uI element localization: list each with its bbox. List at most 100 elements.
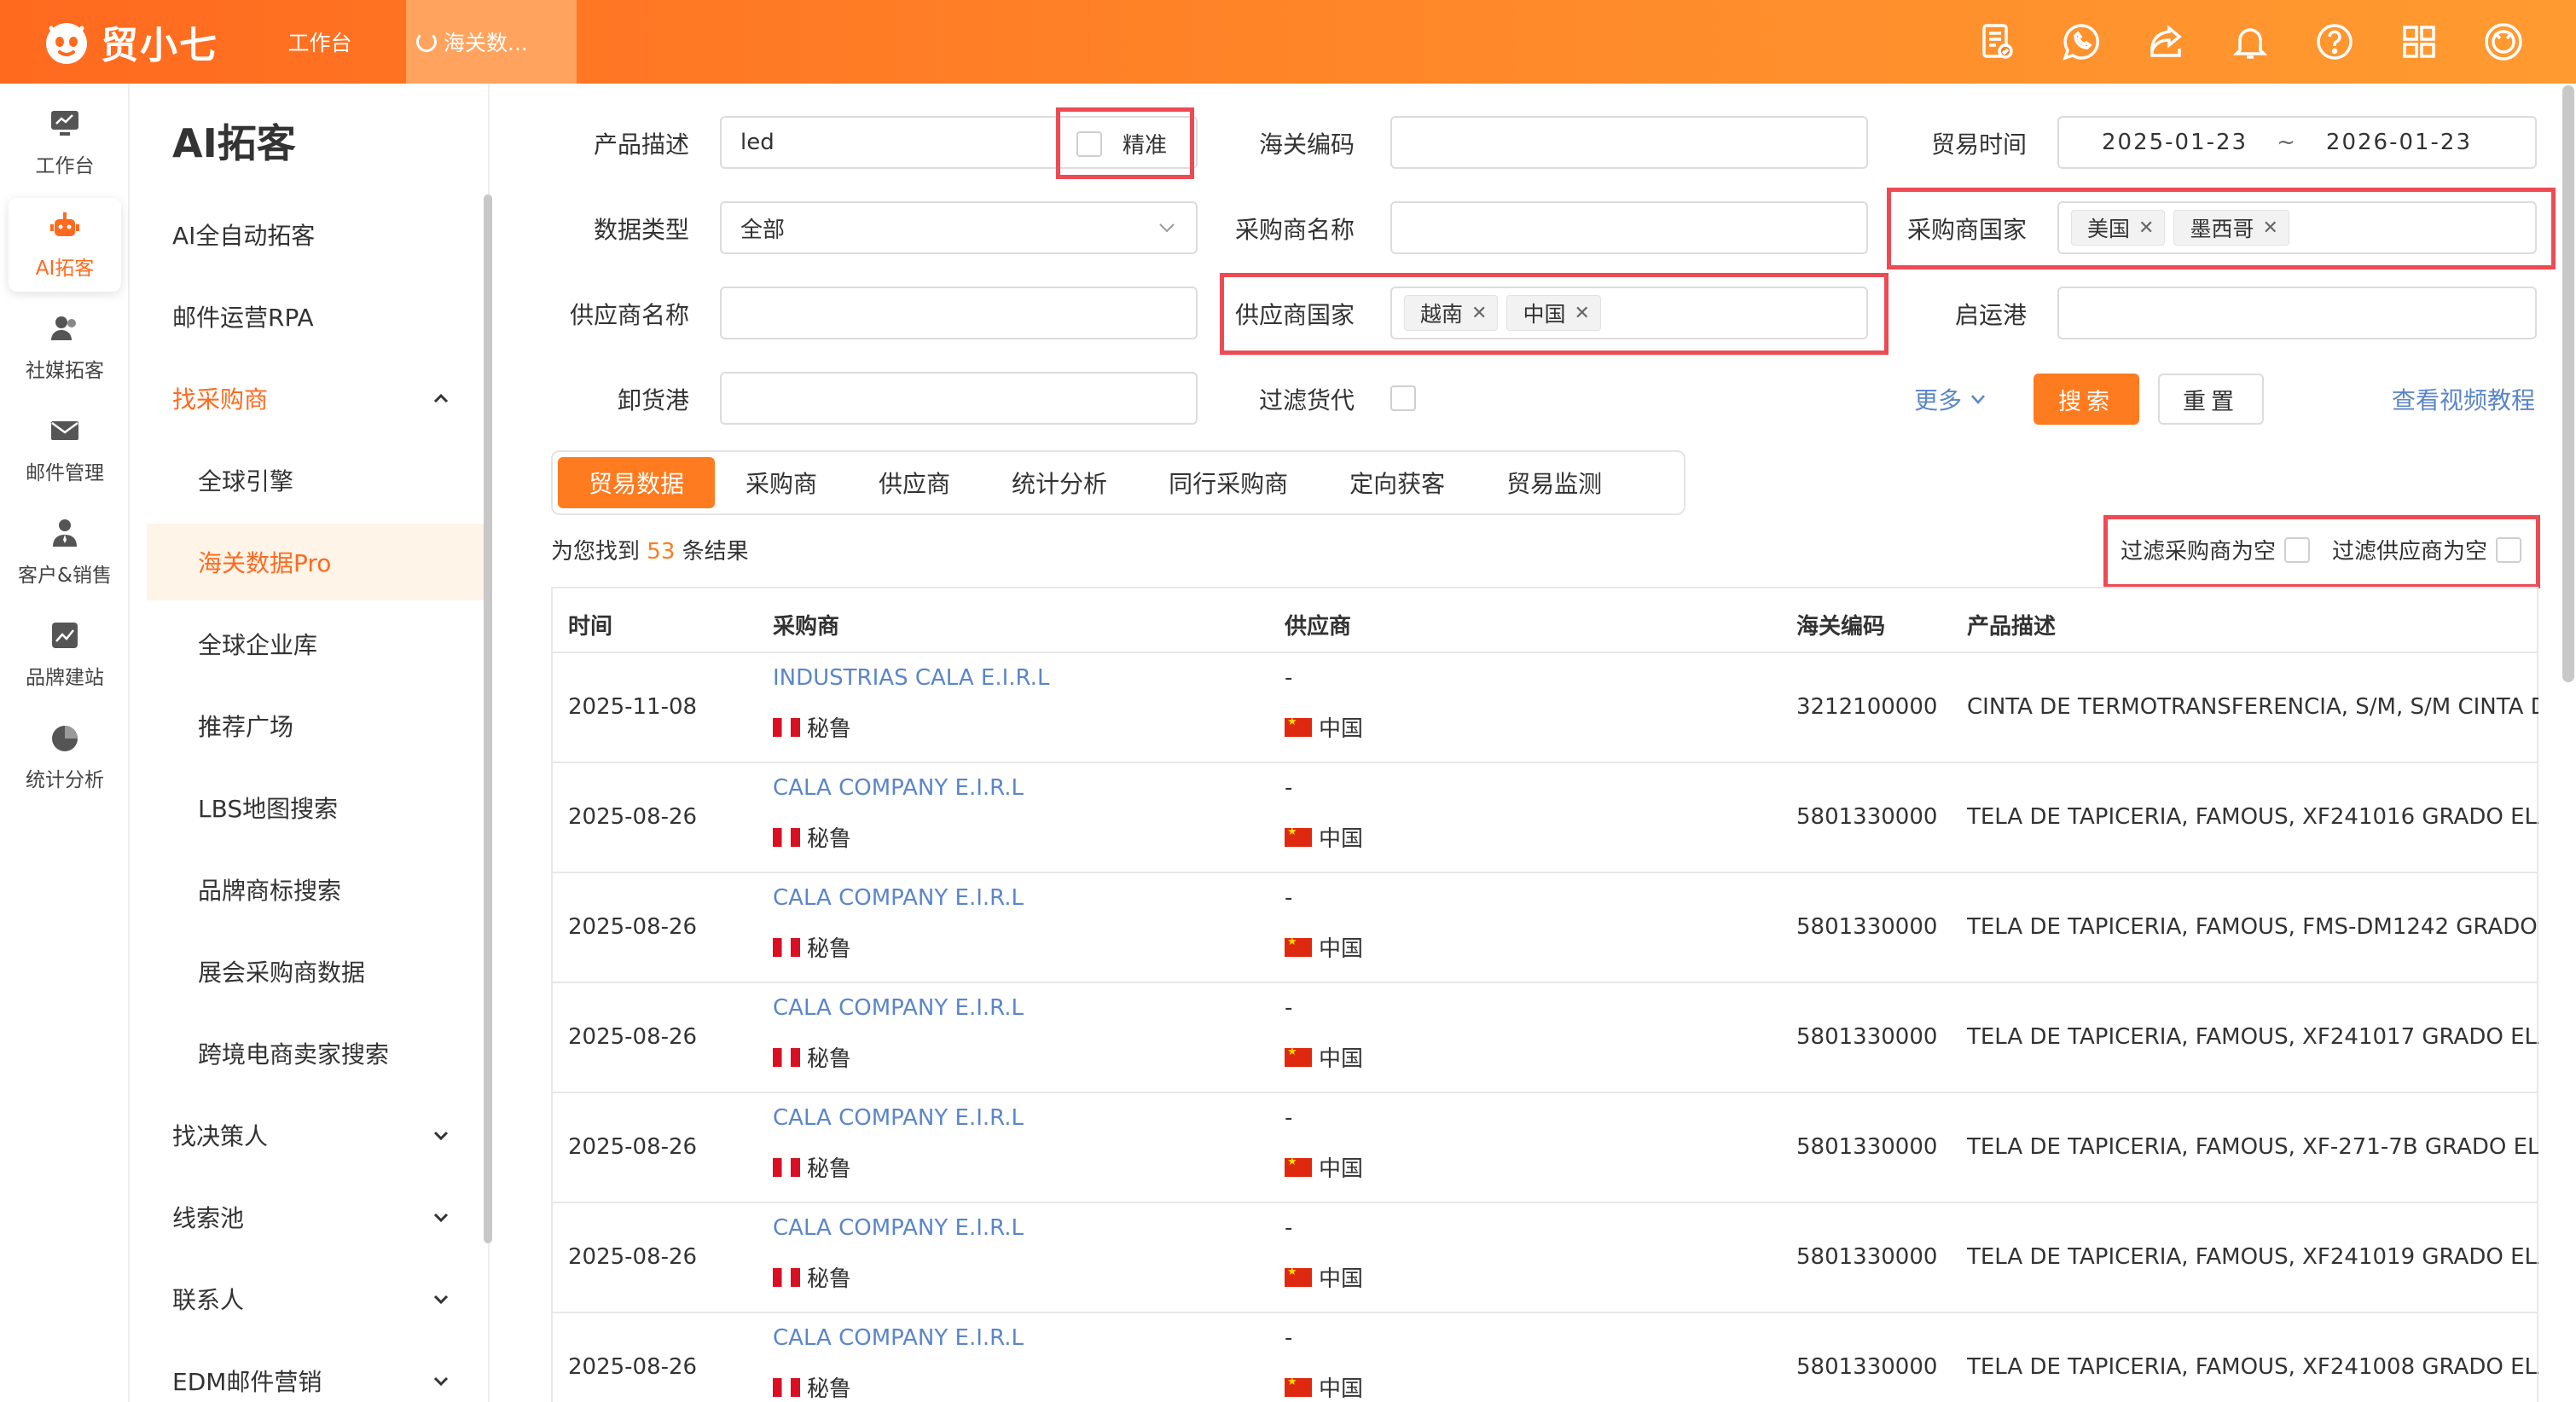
nav-item-recommend[interactable]: 推荐广场 (198, 687, 488, 764)
rail-item-ai-prospecting[interactable]: AI拓客 (9, 198, 121, 292)
trade-time-range[interactable]: 2025-01-23 ~ 2026-01-23 (2057, 116, 2537, 169)
rail-item-mail[interactable]: 邮件管理 (9, 403, 121, 496)
main-scrollbar[interactable] (2562, 85, 2574, 682)
rail-item-statistics[interactable]: 统计分析 (9, 710, 121, 803)
cell-buyer-link[interactable]: CALA COMPANY E.I.R.L (773, 775, 1276, 801)
nav-item-email-rpa[interactable]: 邮件运营RPA (172, 278, 471, 355)
tab-targeted[interactable]: 定向获客 (1319, 457, 1476, 508)
departure-port-input[interactable] (2057, 287, 2537, 339)
nav-item-lbs-map[interactable]: LBS地图搜索 (198, 769, 488, 846)
header-product-desc[interactable]: 产品描述 (1967, 609, 2538, 640)
table-row[interactable]: 2025-08-26 CALA COMPANY E.I.R.L 秘鲁 -中国 58013… (553, 1313, 2538, 1402)
cell-buyer-link[interactable]: CALA COMPANY E.I.R.L (773, 1215, 1276, 1241)
document-check-icon[interactable] (1972, 17, 2022, 67)
app-logo[interactable]: 贸小七 (41, 14, 218, 70)
nav-item-edm[interactable]: EDM邮件营销 (172, 1342, 471, 1402)
tab-buyers[interactable]: 采购商 (715, 457, 848, 508)
table-body: 2025-11-08INDUSTRIAS CALA E.I.R.L秘鲁-中国32… (553, 653, 2538, 1402)
close-icon[interactable]: ✕ (2138, 217, 2154, 239)
share-icon[interactable] (2141, 17, 2190, 67)
nav-item-ecommerce-sellers[interactable]: 跨境电商卖家搜索 (198, 1015, 488, 1092)
cell-product-desc-link[interactable]: TELA DE TAPICERIA, FAMOUS, FMS-DM1242 GR… (1967, 914, 2538, 940)
buyer-name-input[interactable] (1390, 201, 1868, 254)
hs-code-input[interactable] (1390, 116, 1868, 169)
video-tutorial-link[interactable]: 查看视频教程 (2392, 382, 2535, 416)
subnav-scrollbar[interactable] (484, 194, 492, 1243)
table-row[interactable]: 2025-08-26 CALA COMPANY E.I.R.L 秘鲁 -中国 58013… (553, 873, 2538, 983)
filter-supplier-empty[interactable]: 过滤供应商为空 (2332, 534, 2522, 565)
nav-item-customs-pro[interactable]: 海关数据Pro (147, 524, 491, 600)
cell-product-desc-link[interactable]: TELA DE TAPICERIA, FAMOUS, XF241008 GRAD… (1967, 1354, 2538, 1380)
nav-item-contacts[interactable]: 联系人 (172, 1260, 471, 1337)
reset-button[interactable]: 重置 (2158, 374, 2264, 425)
rail-item-social[interactable]: 社媒拓客 (9, 300, 121, 394)
filter-supplier-empty-checkbox[interactable] (2496, 536, 2522, 563)
tab-trade-data[interactable]: 贸易数据 (558, 457, 716, 508)
tab-trade-monitor[interactable]: 贸易监测 (1476, 457, 1633, 508)
cell-product-desc-link[interactable]: CINTA DE TERMOTRANSFERENCIA, S/M, S/M CI… (1967, 694, 2538, 720)
data-type-select[interactable]: 全部 (720, 201, 1198, 254)
header-time[interactable]: 时间 (568, 609, 764, 640)
nav-item-global-company[interactable]: 全球企业库 (198, 605, 488, 682)
filter-buyer-empty-checkbox[interactable] (2284, 536, 2311, 563)
bell-icon[interactable] (2225, 17, 2275, 67)
cell-buyer-link[interactable]: CALA COMPANY E.I.R.L (773, 1325, 1276, 1351)
supplier-name-input[interactable] (720, 287, 1198, 339)
table-row[interactable]: 2025-11-08 INDUSTRIAS CALA E.I.R.L 秘鲁 -中国 32… (553, 653, 2538, 763)
close-icon[interactable]: ✕ (1471, 303, 1487, 324)
filter-forwarder-checkbox[interactable] (1390, 385, 1416, 411)
trade-time-start[interactable]: 2025-01-23 (2102, 130, 2248, 155)
grid-apps-icon[interactable] (2394, 17, 2444, 67)
search-button[interactable]: 搜索 (2034, 374, 2139, 425)
avatar-icon[interactable] (2479, 17, 2528, 67)
cell-buyer-link[interactable]: CALA COMPANY E.I.R.L (773, 995, 1276, 1021)
precise-toggle[interactable]: 精准 (1076, 128, 1167, 159)
country-tag[interactable]: 墨西哥 ✕ (2173, 210, 2289, 246)
tab-statistics[interactable]: 统计分析 (981, 457, 1138, 508)
more-filters-link[interactable]: 更多 (1914, 382, 1987, 416)
header-hs-code[interactable]: 海关编码 (1796, 609, 1967, 640)
table-row[interactable]: 2025-08-26 CALA COMPANY E.I.R.L 秘鲁 -中国 58013… (553, 763, 2538, 873)
nav-item-decision-makers[interactable]: 找决策人 (172, 1097, 471, 1173)
nav-item-expo-buyers[interactable]: 展会采购商数据 (198, 933, 488, 1010)
header-buyer[interactable]: 采购商 (773, 609, 1276, 640)
close-icon[interactable]: ✕ (2262, 217, 2277, 239)
country-tag[interactable]: 越南 ✕ (1404, 295, 1499, 331)
nav-item-leads-pool[interactable]: 线索池 (172, 1179, 471, 1255)
rail-item-customers[interactable]: 客户&销售 (9, 505, 121, 599)
nav-item-ai-auto[interactable]: AI全自动拓客 (172, 196, 471, 273)
nav-item-global-engine[interactable]: 全球引擎 (198, 442, 488, 519)
cell-buyer-link[interactable]: CALA COMPANY E.I.R.L (773, 1105, 1276, 1131)
tab-workbench[interactable]: 工作台 (256, 0, 384, 84)
table-row[interactable]: 2025-08-26 CALA COMPANY E.I.R.L 秘鲁 -中国 58013… (553, 1093, 2538, 1203)
rail-item-label: 统计分析 (26, 769, 104, 791)
cell-product-desc-link[interactable]: TELA DE TAPICERIA, FAMOUS, XF241017 GRAD… (1967, 1024, 2538, 1050)
buyer-country-select[interactable]: 美国 ✕ 墨西哥 ✕ (2057, 201, 2537, 254)
table-row[interactable]: 2025-08-26 CALA COMPANY E.I.R.L 秘鲁 -中国 58013… (553, 983, 2538, 1093)
tab-peer-buyers[interactable]: 同行采购商 (1138, 457, 1319, 508)
country-tag[interactable]: 美国 ✕ (2071, 210, 2166, 246)
close-icon[interactable]: ✕ (1574, 303, 1589, 324)
nav-item-brand-search[interactable]: 品牌商标搜索 (198, 851, 488, 928)
filter-buyer-empty[interactable]: 过滤采购商为空 (2121, 534, 2311, 565)
header-supplier[interactable]: 供应商 (1285, 609, 1788, 640)
help-icon[interactable] (2310, 17, 2359, 67)
supplier-name-label: 供应商名称 (569, 301, 689, 329)
country-tag[interactable]: 中国 ✕ (1506, 295, 1601, 331)
rail-item-workbench[interactable]: 工作台 (9, 96, 121, 189)
rail-item-brand-site[interactable]: 品牌建站 (9, 607, 121, 701)
unload-port-input[interactable] (720, 372, 1198, 425)
cell-product-desc-link[interactable]: TELA DE TAPICERIA, FAMOUS, XF-271-7B GRA… (1967, 1134, 2538, 1160)
supplier-country-select[interactable]: 越南 ✕ 中国 ✕ (1390, 287, 1868, 339)
tab-suppliers[interactable]: 供应商 (848, 457, 981, 508)
whatsapp-icon[interactable] (2057, 17, 2106, 67)
table-row[interactable]: 2025-08-26 CALA COMPANY E.I.R.L 秘鲁 -中国 58013… (553, 1203, 2538, 1313)
cell-product-desc-link[interactable]: TELA DE TAPICERIA, FAMOUS, XF241019 GRAD… (1967, 1244, 2538, 1270)
cell-buyer-link[interactable]: CALA COMPANY E.I.R.L (773, 885, 1276, 911)
trade-time-end[interactable]: 2026-01-23 (2326, 130, 2472, 155)
nav-item-find-buyers[interactable]: 找采购商 (172, 360, 471, 437)
cell-buyer-link[interactable]: INDUSTRIAS CALA E.I.R.L (773, 665, 1276, 691)
precise-checkbox[interactable] (1076, 130, 1102, 157)
cell-product-desc-link[interactable]: TELA DE TAPICERIA, FAMOUS, XF241016 GRAD… (1967, 804, 2538, 830)
tab-customs-data[interactable]: 海关数... (406, 0, 577, 84)
